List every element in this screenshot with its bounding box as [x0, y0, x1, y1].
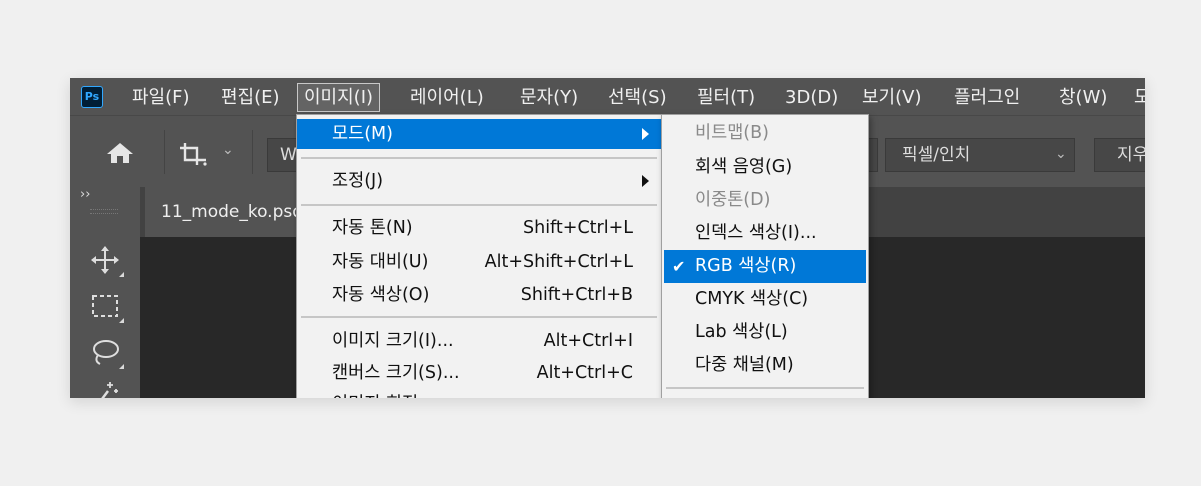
chevron-down-icon[interactable]: ⌄ [1055, 146, 1067, 162]
submenu-arrow-icon [642, 175, 649, 187]
menu-window[interactable]: 창(W) [1053, 83, 1113, 112]
menu-select[interactable]: 선택(S) [602, 83, 673, 112]
mode-indexed-color[interactable]: 인덱스 색상(I)... [662, 217, 868, 250]
menu-separator [301, 316, 657, 318]
marquee-tool-icon[interactable] [88, 289, 124, 323]
tools-panel: ›› [70, 187, 140, 398]
crop-icon[interactable] [178, 141, 212, 167]
clear-button[interactable]: 지우기 [1094, 138, 1145, 172]
panel-grip[interactable] [90, 209, 118, 214]
menu-item-mode[interactable]: 모드(M) [297, 119, 661, 149]
menu-type[interactable]: 문자(Y) [514, 83, 584, 112]
menu-item-adjustments[interactable]: 조정(J) [297, 166, 661, 196]
move-tool-icon[interactable] [88, 243, 124, 277]
menu-file[interactable]: 파일(F) [126, 83, 196, 112]
checkmark-icon: ✔ [672, 257, 686, 276]
toolbar-divider [252, 130, 253, 174]
menu-plugins[interactable]: 플러그인 [948, 83, 1026, 112]
menu-bar: Ps 파일(F) 편집(E) 이미지(I) 레이어(L) 문자(Y) 선택(S)… [70, 78, 1145, 115]
menu-help[interactable]: 도 [1128, 83, 1145, 112]
photoshop-logo: Ps [81, 86, 103, 108]
home-icon[interactable] [106, 142, 134, 164]
menu-item-auto-contrast[interactable]: 자동 대비(U) Alt+Shift+Ctrl+L [297, 247, 661, 277]
mode-lab-color[interactable]: Lab 색상(L) [662, 316, 868, 349]
mode-rgb-color[interactable]: ✔ RGB 색상(R) [664, 250, 866, 283]
photoshop-window: Ps 파일(F) 편집(E) 이미지(I) 레이어(L) 문자(Y) 선택(S)… [70, 78, 1145, 398]
toolbar-divider [164, 130, 165, 174]
mode-duotone[interactable]: 이중톤(D) [662, 184, 868, 217]
menu-item-auto-tone[interactable]: 자동 톤(N) Shift+Ctrl+L [297, 213, 661, 243]
menu-view[interactable]: 보기(V) [856, 83, 927, 112]
image-menu-dropdown: 모드(M) 조정(J) 자동 톤(N) Shift+Ctrl+L 자동 대비(U… [296, 114, 662, 398]
menu-item-image-size[interactable]: 이미지 크기(I)... Alt+Ctrl+I [297, 326, 661, 356]
menu-layer[interactable]: 레이어(L) [404, 83, 490, 112]
mode-bitmap[interactable]: 비트맵(B) [662, 117, 868, 150]
lasso-tool-icon[interactable] [88, 335, 124, 369]
menu-item-canvas-size[interactable]: 캔버스 크기(S)... Alt+Ctrl+C [297, 358, 661, 388]
mode-submenu: 비트맵(B) 회색 음영(G) 이중톤(D) 인덱스 색상(I)... ✔ RG… [661, 114, 869, 398]
menu-item-image-rotation[interactable]: 이미지 회전 [297, 389, 661, 398]
chevron-down-icon[interactable]: ⌄ [222, 142, 234, 158]
menu-separator [301, 204, 657, 206]
mode-cmyk-color[interactable]: CMYK 색상(C) [662, 283, 868, 316]
menu-3d[interactable]: 3D(D) [779, 83, 844, 112]
menu-separator [666, 387, 864, 389]
menu-image[interactable]: 이미지(I) [297, 83, 381, 112]
menu-filter[interactable]: 필터(T) [691, 83, 761, 112]
collapse-panel-icon[interactable]: ›› [80, 187, 90, 202]
submenu-arrow-icon [642, 128, 649, 140]
mode-grayscale[interactable]: 회색 음영(G) [662, 151, 868, 184]
mode-multichannel[interactable]: 다중 채널(M) [662, 349, 868, 382]
menu-item-auto-color[interactable]: 자동 색상(O) Shift+Ctrl+B [297, 280, 661, 310]
menu-separator [301, 157, 657, 159]
resolution-unit-select[interactable]: 픽셀/인치 [885, 138, 1075, 172]
menu-edit[interactable]: 편집(E) [215, 83, 286, 112]
magic-wand-tool-icon[interactable] [88, 379, 122, 398]
